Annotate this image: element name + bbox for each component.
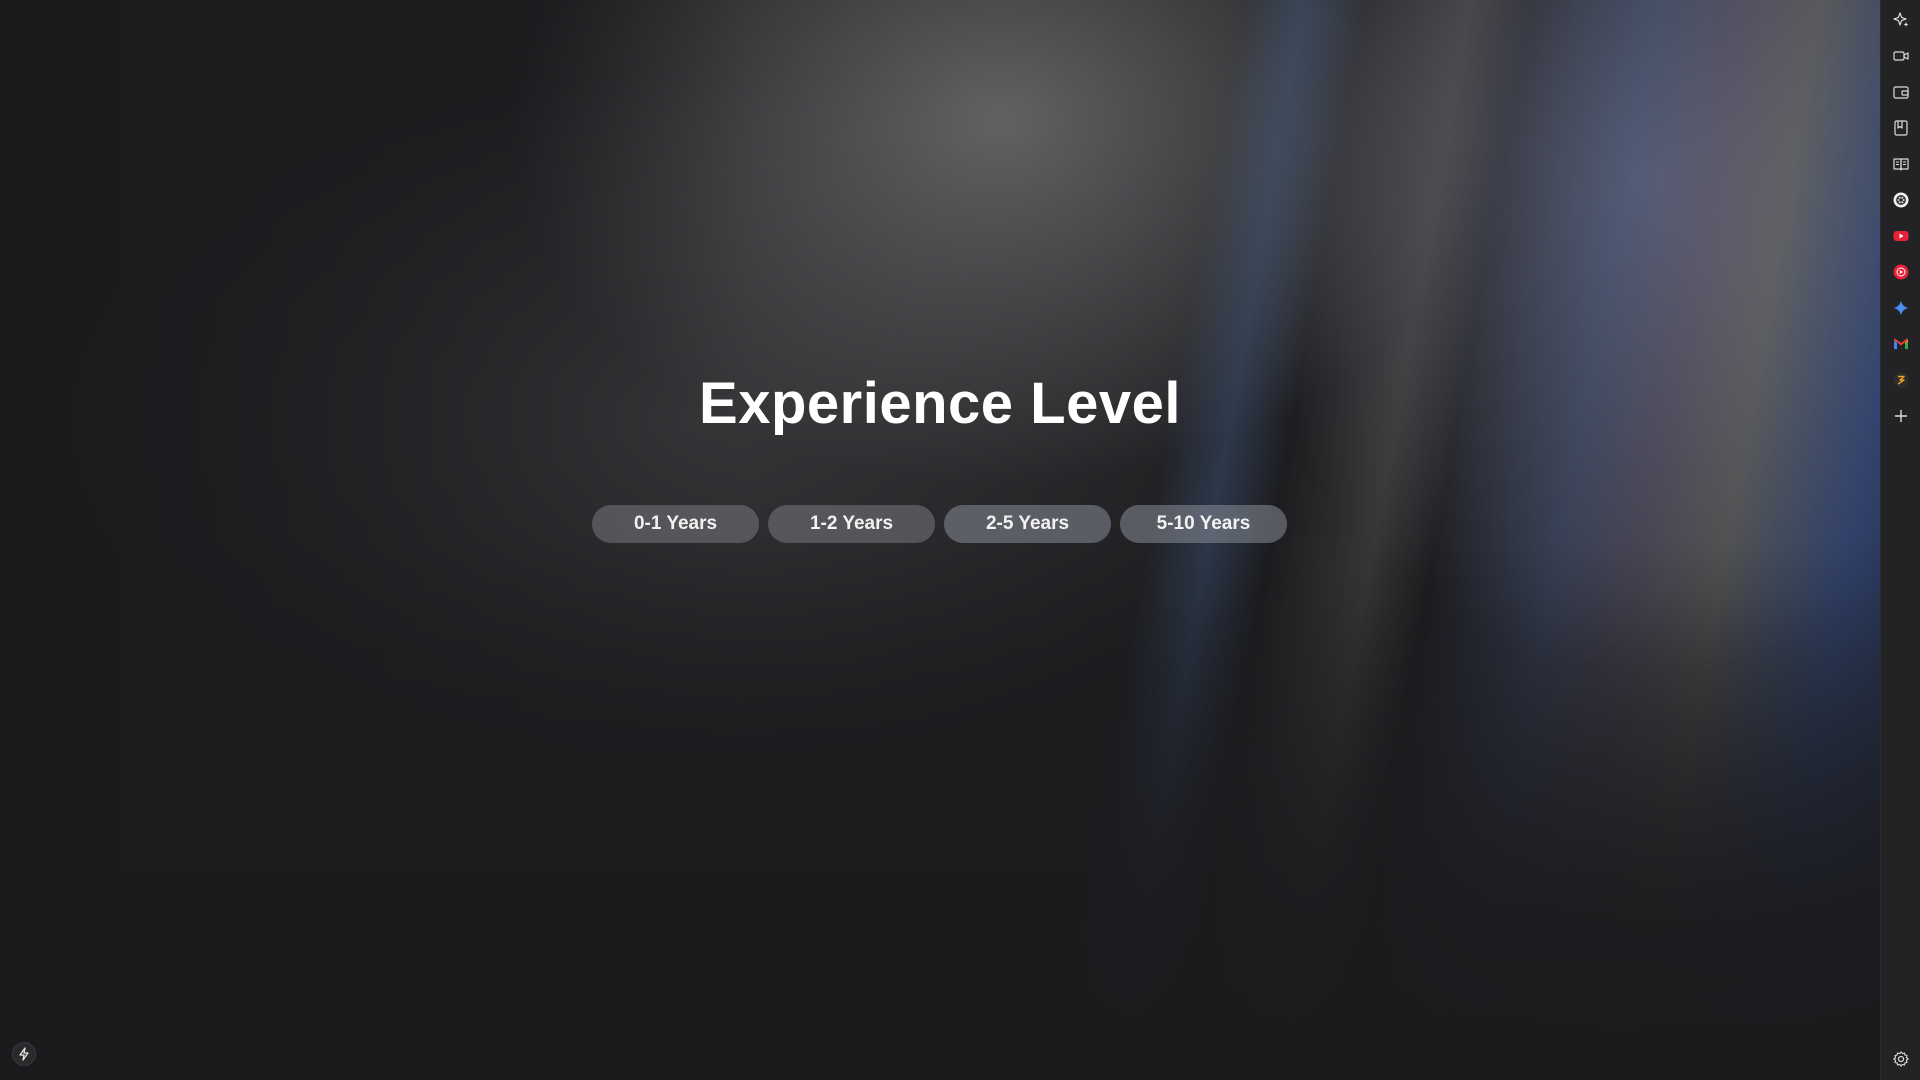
bookmark-icon [1894,120,1908,136]
sidebar-settings-button[interactable] [1889,1047,1913,1071]
option-0-1-years[interactable]: 0-1 Years [592,505,759,543]
reading-list-icon [1893,158,1909,171]
experience-options: 0-1 Years 1-2 Years 2-5 Years 5-10 Years [592,505,1287,543]
wallet-icon [1893,86,1909,99]
gmail-icon [1894,338,1908,349]
option-1-2-years[interactable]: 1-2 Years [768,505,935,543]
ai-assistant-icon [1893,372,1909,388]
option-2-5-years[interactable]: 2-5 Years [944,505,1111,543]
quick-actions-button[interactable] [12,1042,36,1066]
sidebar-item-assistant[interactable] [1889,368,1913,392]
sidebar-item-youtube[interactable] [1889,224,1913,248]
sidebar-item-ai[interactable] [1889,8,1913,32]
add-icon [1894,409,1908,423]
onboarding-content: Experience Level 0-1 Years 1-2 Years 2-5… [0,0,1880,1080]
sidebar-item-gemini[interactable] [1889,296,1913,320]
lightning-icon [19,1047,29,1061]
youtube-icon [1893,231,1909,241]
sidebar-item-gmail[interactable] [1889,332,1913,356]
sidebar-item-wallet[interactable] [1889,80,1913,104]
sidebar-item-youtube-music[interactable] [1889,260,1913,284]
video-camera-icon [1893,51,1909,61]
sidebar-add-button[interactable] [1889,404,1913,428]
ai-sparkle-icon [1893,12,1909,27]
gemini-icon [1893,300,1909,316]
sidebar-item-video[interactable] [1889,44,1913,68]
page-title: Experience Level [699,371,1181,436]
sidebar-item-chatgpt[interactable] [1889,188,1913,212]
chatgpt-icon [1893,192,1909,208]
new-tab-page: Experience Level 0-1 Years 1-2 Years 2-5… [0,0,1880,1080]
sidebar-item-reading-list[interactable] [1889,152,1913,176]
sidebar-item-bookmarks[interactable] [1889,116,1913,140]
option-5-10-years[interactable]: 5-10 Years [1120,505,1287,543]
sidebar [1880,0,1920,1080]
youtube-music-icon [1893,264,1909,280]
settings-icon [1893,1051,1909,1067]
